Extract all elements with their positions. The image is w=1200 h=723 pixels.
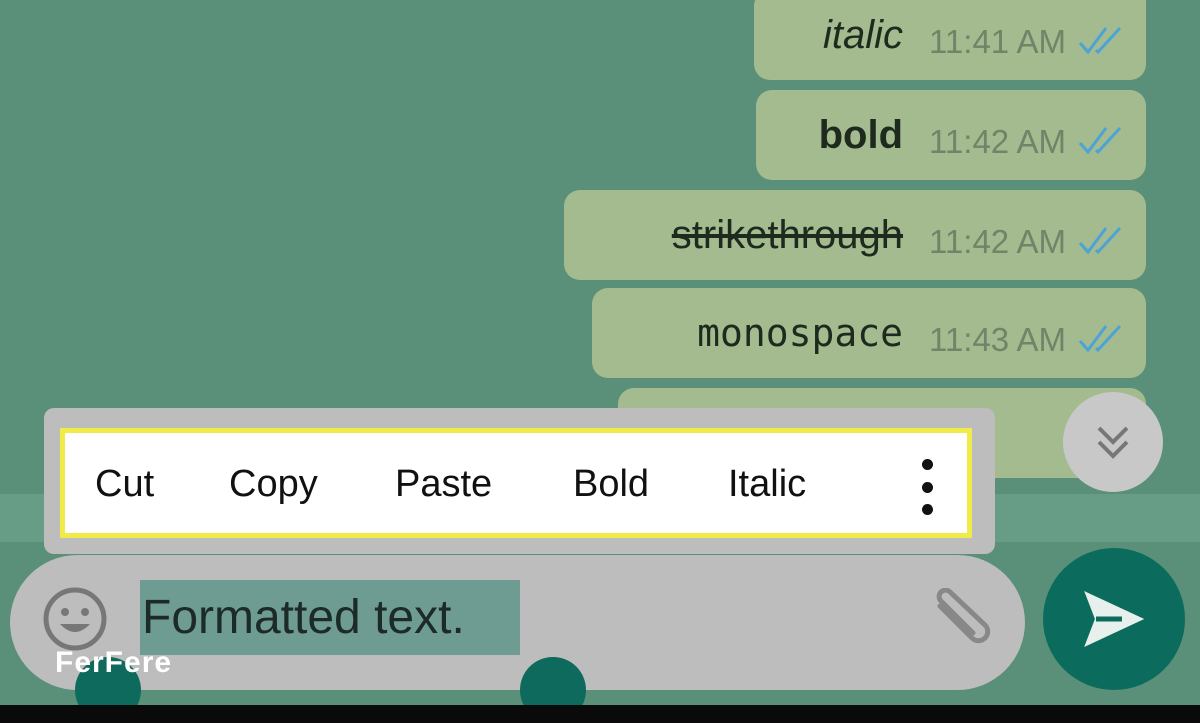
watermark-logo: FerFere [55, 646, 173, 679]
menu-item-copy[interactable]: Copy [229, 463, 318, 506]
menu-item-paste[interactable]: Paste [395, 463, 492, 506]
read-receipt-icon [1078, 126, 1122, 155]
message-time: 11:41 AM [929, 23, 1066, 60]
send-icon [1084, 591, 1144, 647]
message-bubble[interactable]: strikethrough 11:42 AM [564, 190, 1146, 280]
message-time: 11:43 AM [929, 321, 1066, 358]
read-receipt-icon [1078, 324, 1122, 353]
message-time: 11:42 AM [929, 223, 1066, 260]
emoji-icon[interactable] [42, 586, 108, 652]
message-input[interactable]: Formatted text. [142, 590, 465, 645]
context-menu: Cut Copy Paste Bold Italic [60, 428, 972, 538]
message-time: 11:42 AM [929, 123, 1066, 160]
read-receipt-icon [1078, 226, 1122, 255]
paperclip-icon[interactable] [928, 588, 998, 648]
message-text: strikethrough [671, 212, 904, 257]
menu-item-cut[interactable]: Cut [95, 463, 154, 506]
more-vertical-icon[interactable] [917, 459, 937, 515]
send-button[interactable] [1043, 548, 1185, 690]
double-chevron-down-icon [1097, 426, 1129, 459]
menu-item-italic[interactable]: Italic [728, 463, 806, 506]
message-bubble[interactable]: monospace 11:43 AM [592, 288, 1146, 378]
message-text: monospace [697, 311, 904, 355]
message-text: italic [822, 12, 904, 57]
menu-item-bold[interactable]: Bold [573, 463, 649, 506]
scroll-down-button[interactable] [1063, 392, 1163, 492]
message-text: bold [818, 112, 904, 157]
message-bubble[interactable]: bold 11:42 AM [756, 90, 1146, 180]
read-receipt-icon [1078, 26, 1122, 55]
message-bubble[interactable]: italic 11:41 AM [754, 0, 1146, 80]
navigation-bar [0, 705, 1200, 723]
text-selection-toolbar: Cut Copy Paste Bold Italic [44, 408, 995, 554]
